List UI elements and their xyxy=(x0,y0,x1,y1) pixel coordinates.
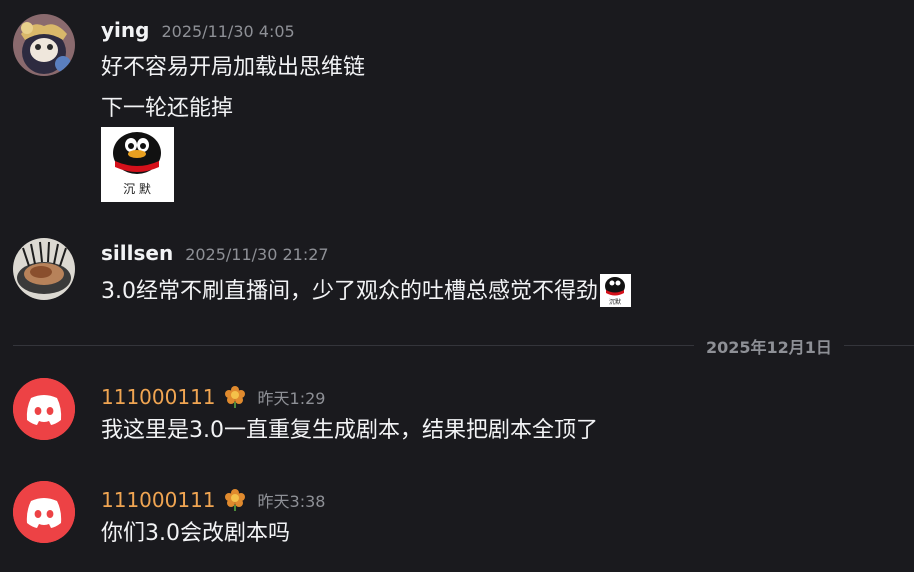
discord-logo-icon xyxy=(13,378,75,440)
message-header: 111000111 昨天3:38 xyxy=(101,483,325,512)
username[interactable]: ying xyxy=(101,18,149,42)
avatar[interactable] xyxy=(13,481,75,543)
avatar[interactable] xyxy=(13,14,75,76)
penguin-sticker-icon: 沉 默 xyxy=(101,127,174,202)
message-text: 3.0经常不刷直播间，少了观众的吐槽总感觉不得劲 沉默 xyxy=(101,273,631,309)
timestamp[interactable]: 昨天1:29 xyxy=(258,385,326,409)
message: ying 2025/11/30 4:05 好不容易开局加载出思维链 下一轮还能掉… xyxy=(0,0,914,210)
message-header: 111000111 昨天1:29 xyxy=(101,380,325,409)
flower-badge-icon xyxy=(224,487,246,511)
food-avatar-icon xyxy=(13,238,75,300)
message: sillsen 2025/11/30 21:27 3.0经常不刷直播间，少了观众… xyxy=(0,230,914,320)
message-header: ying 2025/11/30 4:05 xyxy=(101,18,295,42)
username[interactable]: 111000111 xyxy=(101,385,216,409)
message: 111000111 昨天3:38 你们3.0会改剧本吗 xyxy=(0,468,914,568)
avatar[interactable] xyxy=(13,238,75,300)
username[interactable]: sillsen xyxy=(101,241,173,265)
username[interactable]: 111000111 xyxy=(101,488,216,512)
sticker-image[interactable]: 沉 默 xyxy=(101,127,174,202)
sticker-caption: 沉 默 xyxy=(123,181,151,196)
emoji-caption: 沉默 xyxy=(609,298,621,306)
message: 111000111 昨天1:29 我这里是3.0一直重复生成剧本，结果把剧本全顶… xyxy=(0,365,914,455)
anime-avatar-icon xyxy=(13,14,75,76)
penguin-emoji-icon[interactable]: 沉默 xyxy=(600,273,631,307)
avatar[interactable] xyxy=(13,378,75,440)
message-text: 你们3.0会改剧本吗 xyxy=(101,521,290,546)
discord-logo-icon xyxy=(13,481,75,543)
flower-badge-icon xyxy=(224,384,246,408)
date-divider-label: 2025年12月1日 xyxy=(694,334,844,358)
timestamp[interactable]: 2025/11/30 21:27 xyxy=(185,245,328,264)
message-text: 我这里是3.0一直重复生成剧本，结果把剧本全顶了 xyxy=(101,418,598,443)
timestamp[interactable]: 昨天3:38 xyxy=(258,488,326,512)
message-text: 下一轮还能掉 xyxy=(101,96,234,121)
message-text-content: 3.0经常不刷直播间，少了观众的吐槽总感觉不得劲 xyxy=(101,279,598,304)
message-header: sillsen 2025/11/30 21:27 xyxy=(101,241,329,265)
timestamp[interactable]: 2025/11/30 4:05 xyxy=(161,22,294,41)
message-text: 好不容易开局加载出思维链 xyxy=(101,55,366,80)
